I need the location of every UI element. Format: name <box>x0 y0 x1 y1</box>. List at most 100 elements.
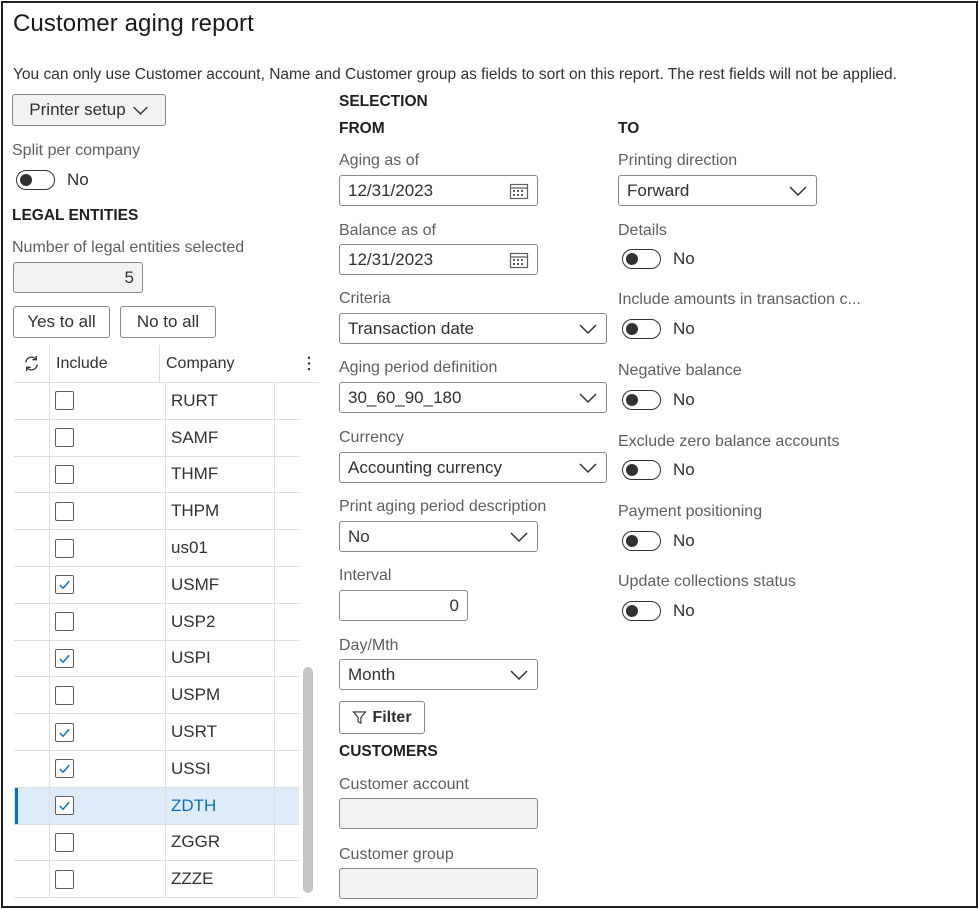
negative-balance-toggle[interactable] <box>622 390 661 410</box>
table-row[interactable]: us01 <box>14 530 299 567</box>
company-cell[interactable]: USPI <box>165 640 275 677</box>
company-cell[interactable]: ZDTH <box>165 787 275 824</box>
update-collections-status-value: No <box>673 601 695 620</box>
row-selector[interactable] <box>14 641 49 677</box>
printer-setup-button[interactable]: Printer setup <box>12 94 166 126</box>
exclude-zero-balance-toggle[interactable] <box>622 460 661 480</box>
currency-dropdown[interactable]: Accounting currency <box>339 452 607 483</box>
include-cell <box>49 824 165 861</box>
include-cell <box>49 383 165 419</box>
aging-period-definition-dropdown[interactable]: 30_60_90_180 <box>339 382 607 413</box>
company-cell[interactable]: USPM <box>165 677 275 714</box>
chevron-down-icon <box>510 531 528 542</box>
table-row[interactable]: THPM <box>14 493 299 531</box>
table-row[interactable]: ZZZE <box>14 861 299 899</box>
update-collections-status-toggle[interactable] <box>622 601 661 621</box>
payment-positioning-toggle[interactable] <box>622 531 661 551</box>
more-options-icon[interactable] <box>299 345 319 383</box>
table-row[interactable]: USPM <box>14 677 299 715</box>
page-title: Customer aging report <box>13 10 254 37</box>
include-checkbox[interactable] <box>55 759 74 779</box>
balance-as-of-label: Balance as of <box>339 222 436 239</box>
company-cell[interactable]: USMF <box>165 566 275 603</box>
grid-scrollbar[interactable] <box>303 667 313 893</box>
row-selector[interactable] <box>14 788 49 824</box>
row-selector[interactable] <box>14 714 49 750</box>
table-row[interactable]: RURT <box>14 383 299 420</box>
include-checkbox[interactable] <box>55 538 74 558</box>
column-header-include[interactable]: Include <box>49 344 159 383</box>
table-row[interactable]: USSI <box>14 750 299 788</box>
table-row[interactable]: USP2 <box>14 603 299 641</box>
customers-heading: CUSTOMERS <box>339 743 438 760</box>
row-selector[interactable] <box>14 825 49 861</box>
table-row[interactable]: USRT <box>14 714 299 751</box>
yes-to-all-button[interactable]: Yes to all <box>13 306 110 338</box>
table-row[interactable]: USMF <box>14 566 299 604</box>
day-mth-label: Day/Mth <box>339 637 399 654</box>
checkmark-icon <box>59 581 70 590</box>
include-cell <box>49 750 165 787</box>
row-selector[interactable] <box>14 530 49 566</box>
customer-group-field[interactable] <box>339 868 538 899</box>
company-cell[interactable]: USRT <box>165 714 275 750</box>
company-cell[interactable]: USSI <box>165 750 275 787</box>
printing-direction-dropdown[interactable]: Forward <box>618 175 817 206</box>
row-selector[interactable] <box>14 567 49 603</box>
no-to-all-button[interactable]: No to all <box>120 306 216 338</box>
include-checkbox[interactable] <box>55 612 74 632</box>
table-row[interactable]: THMF <box>14 456 299 494</box>
row-selector[interactable] <box>14 420 49 456</box>
include-checkbox[interactable] <box>55 869 74 889</box>
column-header-company[interactable]: Company <box>159 344 299 383</box>
company-cell[interactable]: RURT <box>165 383 275 419</box>
table-row[interactable]: USPI <box>14 640 299 678</box>
company-cell[interactable]: USP2 <box>165 603 275 640</box>
include-checkbox[interactable] <box>55 648 74 668</box>
include-checkbox[interactable] <box>55 575 74 595</box>
negative-balance-toggle-wrap: No <box>622 390 695 410</box>
refresh-button[interactable] <box>14 354 49 373</box>
refresh-icon <box>25 355 38 372</box>
include-checkbox[interactable] <box>55 796 74 816</box>
balance-as-of-field[interactable]: 12/31/2023 <box>339 244 538 275</box>
row-selector[interactable] <box>14 493 49 529</box>
include-checkbox[interactable] <box>55 722 74 742</box>
interval-field[interactable]: 0 <box>339 590 468 621</box>
filter-button[interactable]: Filter <box>339 701 425 734</box>
row-selector[interactable] <box>14 457 49 493</box>
company-cell[interactable]: SAMF <box>165 419 275 456</box>
company-cell[interactable]: THMF <box>165 456 275 493</box>
include-checkbox[interactable] <box>55 464 74 484</box>
company-cell[interactable]: ZGGR <box>165 824 275 861</box>
include-checkbox[interactable] <box>55 501 74 521</box>
company-cell[interactable]: us01 <box>165 530 275 566</box>
split-per-company-toggle[interactable] <box>16 170 55 190</box>
criteria-dropdown[interactable]: Transaction date <box>339 313 607 344</box>
aging-as-of-label: Aging as of <box>339 152 420 169</box>
details-toggle[interactable] <box>622 249 661 269</box>
table-row[interactable]: ZGGR <box>14 824 299 862</box>
row-selector[interactable] <box>14 677 49 713</box>
day-mth-dropdown[interactable]: Month <box>339 659 538 690</box>
company-cell[interactable]: ZZZE <box>165 861 275 898</box>
include-checkbox[interactable] <box>55 685 74 705</box>
print-aging-period-description-dropdown[interactable]: No <box>339 521 538 552</box>
customer-account-field[interactable] <box>339 798 538 829</box>
company-cell[interactable]: THPM <box>165 493 275 530</box>
include-checkbox[interactable] <box>55 391 74 411</box>
row-selector[interactable] <box>14 383 49 419</box>
include-amounts-toggle[interactable] <box>622 319 661 339</box>
include-checkbox[interactable] <box>55 428 74 448</box>
aging-as-of-field[interactable]: 12/31/2023 <box>339 175 538 206</box>
row-selector[interactable] <box>14 751 49 787</box>
calendar-icon[interactable] <box>509 251 529 269</box>
calendar-icon[interactable] <box>509 182 529 200</box>
row-selector[interactable] <box>14 604 49 640</box>
chevron-down-icon <box>510 669 528 680</box>
split-per-company-toggle-wrap: No <box>16 170 89 190</box>
table-row[interactable]: SAMF <box>14 419 299 457</box>
include-checkbox[interactable] <box>55 832 74 852</box>
table-row[interactable]: ZDTH <box>14 787 299 825</box>
row-selector[interactable] <box>14 861 49 897</box>
